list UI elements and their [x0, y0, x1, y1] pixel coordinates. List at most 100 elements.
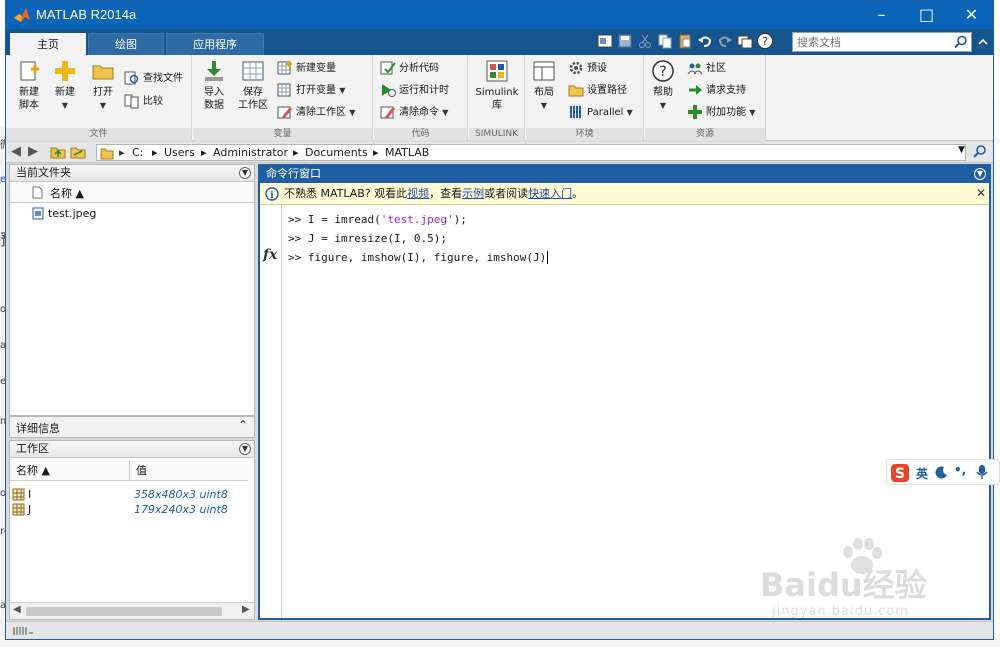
scroll-right-icon[interactable]: ▶ — [242, 604, 250, 615]
current-folder-path[interactable]: ▸ C: ▸ Users ▸ Administrator ▸ Documents… — [96, 144, 966, 161]
current-folder-title: 当前文件夹 — [10, 165, 254, 182]
banner-text: 不熟悉 MATLAB? 观看此 — [284, 187, 408, 200]
community-button[interactable]: 社区 — [687, 59, 726, 79]
preferences-button[interactable]: 预设 — [568, 59, 607, 79]
scroll-left-icon[interactable]: ◀ — [13, 604, 21, 615]
workspace-row[interactable]: J 179x240x3 uint8 — [10, 502, 254, 517]
minimize-button[interactable]: – — [859, 1, 904, 29]
path-crumb-drive[interactable]: C: — [132, 146, 143, 159]
path-crumb-administrator[interactable]: Administrator — [213, 146, 288, 159]
scrollbar-thumb[interactable] — [26, 607, 222, 616]
column-name[interactable]: 名称 ▲ — [50, 185, 84, 201]
variable-name: J — [28, 503, 32, 516]
browse-folder-icon[interactable] — [70, 144, 86, 160]
banner-text: ，查看 — [429, 187, 463, 200]
function-browser-icon[interactable]: fx — [263, 247, 277, 263]
copy-icon[interactable] — [656, 32, 674, 50]
undo-icon[interactable] — [696, 32, 714, 50]
new-variable-button[interactable]: 新建变量 — [277, 59, 336, 79]
current-folder-panel: 当前文件夹 ▼ 名称 ▲ test.jpeg — [9, 164, 255, 416]
column-name[interactable]: 名称 ▲ — [10, 461, 130, 481]
window-layout-icon[interactable] — [596, 32, 614, 50]
open-button[interactable]: 打开 ▼ — [86, 59, 120, 112]
video-link[interactable]: 视频 — [407, 187, 429, 200]
request-support-button[interactable]: 请求支持 — [687, 81, 746, 101]
ime-language[interactable]: 英 — [916, 465, 928, 482]
simulink-library-button[interactable]: Simulink 库 — [473, 59, 521, 112]
forward-arrow-icon[interactable]: ▶ — [28, 144, 38, 159]
clear-commands-icon — [380, 106, 396, 119]
punctuation-icon[interactable]: •, — [954, 463, 966, 477]
new-button[interactable]: 新建 ▼ — [48, 59, 82, 112]
microphone-icon[interactable] — [975, 464, 989, 480]
status-grip-icon[interactable] — [12, 625, 34, 637]
add-ons-button[interactable]: 附加功能 ▼ — [687, 103, 755, 123]
path-dropdown-icon[interactable]: ▼ — [958, 145, 965, 155]
find-files-button[interactable]: 查找文件 — [124, 69, 183, 89]
search-icon[interactable] — [954, 35, 968, 49]
ribbon-tab-strip: 主页 绘图 应用程序 ? — [6, 29, 993, 55]
analyze-code-button[interactable]: 分析代码 — [380, 59, 439, 79]
open-variable-button[interactable]: 打开变量 ▼ — [277, 81, 345, 101]
collapse-ribbon-icon[interactable] — [976, 35, 990, 49]
workspace-title: 工作区 — [10, 441, 254, 458]
compare-button[interactable]: 比较 — [124, 92, 163, 112]
search-documentation[interactable] — [792, 32, 972, 52]
search-folder-icon[interactable] — [972, 144, 988, 160]
redo-icon[interactable] — [716, 32, 734, 50]
new-script-button[interactable]: 新建 脚本 — [12, 59, 46, 112]
banner-text: 。 — [572, 187, 584, 200]
help-circle-icon[interactable]: ? — [756, 32, 774, 50]
parallel-button[interactable]: Parallel ▼ — [568, 103, 633, 123]
command-line-active[interactable]: >> figure, imshow(I), figure, imshow(J)​ — [288, 251, 549, 264]
tab-plots[interactable]: 绘图 — [88, 33, 164, 55]
tab-apps[interactable]: 应用程序 — [166, 33, 264, 55]
close-banner-icon[interactable]: ✕ — [976, 183, 986, 204]
close-button[interactable]: ✕ — [949, 1, 993, 29]
maximize-button[interactable]: □ — [904, 1, 949, 29]
chevron-up-icon[interactable]: ⌃ — [238, 418, 248, 432]
file-row[interactable]: test.jpeg — [10, 205, 254, 223]
examples-link[interactable]: 示例 — [462, 187, 484, 200]
set-path-button[interactable]: 设置路径 — [568, 81, 627, 101]
layout-button[interactable]: 布局 ▼ — [528, 59, 560, 112]
import-data-button[interactable]: 导入 数据 — [197, 59, 231, 112]
run-and-time-icon — [382, 84, 396, 97]
window-title: MATLAB R2014a — [36, 7, 137, 22]
help-button[interactable]: ? 帮助 ▼ — [647, 59, 679, 112]
ribbon-group-label-variable: 变量 — [193, 128, 372, 141]
save-workspace-button[interactable]: 保存 工作区 — [233, 59, 273, 112]
quick-start-link[interactable]: 快速入门 — [528, 187, 572, 200]
path-crumb-documents[interactable]: Documents — [305, 146, 368, 159]
run-and-time-button[interactable]: 运行和计时 — [380, 81, 449, 101]
variable-grid-icon — [12, 488, 25, 501]
image-file-icon — [32, 207, 44, 220]
column-value[interactable]: 值 — [130, 461, 248, 481]
save-icon[interactable] — [616, 32, 634, 50]
panel-actions-icon[interactable]: ▼ — [974, 168, 986, 180]
workspace-row[interactable]: I 358x480x3 uint8 — [10, 487, 254, 502]
up-folder-icon[interactable] — [50, 144, 66, 160]
ime-toolbar[interactable]: S 英 •, — [886, 459, 1000, 485]
horizontal-scrollbar[interactable]: ◀ ▶ — [10, 602, 254, 619]
details-panel[interactable]: 详细信息 ⌃ — [9, 416, 255, 438]
cut-icon[interactable] — [636, 32, 654, 50]
switch-windows-icon[interactable] — [736, 32, 754, 50]
import-data-icon — [205, 61, 223, 81]
paste-icon[interactable] — [676, 32, 694, 50]
clear-workspace-button[interactable]: 清除工作区 ▼ — [277, 103, 355, 123]
tab-home[interactable]: 主页 — [10, 33, 86, 55]
search-input[interactable] — [793, 33, 951, 51]
title-bar[interactable]: MATLAB R2014a – □ ✕ — [6, 1, 993, 29]
panel-actions-icon[interactable]: ▼ — [239, 443, 251, 455]
clear-commands-button[interactable]: 清除命令 ▼ — [380, 103, 448, 123]
watermark-url: jingyan.baidu.com — [772, 604, 909, 619]
path-crumb-matlab[interactable]: MATLAB — [385, 146, 429, 159]
panel-actions-icon[interactable]: ▼ — [239, 167, 251, 179]
ribbon-group-label-resources: 资源 — [645, 128, 765, 141]
path-crumb-users[interactable]: Users — [164, 146, 195, 159]
simulink-library-icon — [486, 60, 508, 82]
help-icon: ? — [652, 60, 674, 82]
moon-icon[interactable] — [935, 465, 949, 479]
back-arrow-icon[interactable]: ◀ — [11, 144, 21, 159]
